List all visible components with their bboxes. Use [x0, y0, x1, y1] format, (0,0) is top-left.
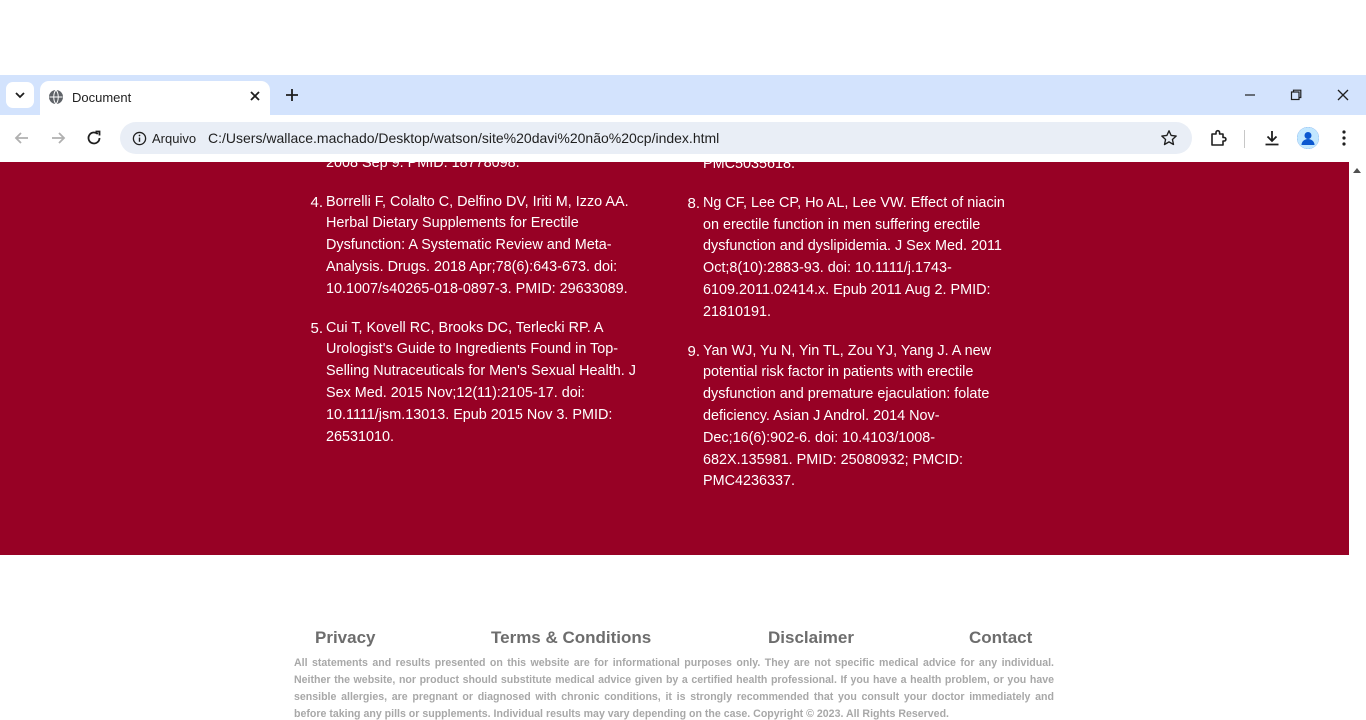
bookmark-star-icon[interactable]	[1160, 129, 1178, 147]
desktop-blank-area	[0, 0, 1366, 75]
reference-item: 5. Cui T, Kovell RC, Brooks DC, Terlecki…	[310, 318, 641, 449]
reference-text: Yan WJ, Yu N, Yin TL, Zou YJ, Yang J. A …	[703, 342, 991, 490]
vertical-scrollbar[interactable]	[1349, 162, 1366, 720]
reference-number: 4.	[310, 193, 323, 211]
forward-arrow-icon[interactable]	[48, 128, 68, 148]
reference-text: PMC5035618.	[703, 162, 796, 172]
reload-icon[interactable]	[84, 128, 104, 148]
minimize-icon	[1245, 94, 1255, 96]
restore-button[interactable]	[1286, 85, 1306, 105]
reference-text: Cui T, Kovell RC, Brooks DC, Terlecki RP…	[326, 319, 636, 445]
person-icon	[1297, 127, 1319, 149]
minimize-button[interactable]	[1240, 85, 1260, 105]
footer-links: Privacy Terms & Conditions Disclaimer Co…	[0, 628, 1366, 652]
footer-link-contact[interactable]: Contact	[969, 628, 1032, 648]
reference-number: 8.	[687, 194, 700, 212]
close-window-button[interactable]	[1333, 85, 1353, 105]
restore-icon	[1290, 89, 1302, 101]
kebab-menu-icon[interactable]	[1334, 128, 1354, 148]
tab-search-button[interactable]	[6, 82, 34, 108]
browser-tab-bar: Document	[0, 75, 1366, 115]
chevron-down-icon	[15, 92, 25, 99]
profile-avatar[interactable]	[1297, 127, 1319, 149]
reference-item: 4. Borrelli F, Colalto C, Delfino DV, Ir…	[310, 192, 641, 301]
scroll-up-arrow-icon[interactable]	[1353, 168, 1361, 173]
footer-link-terms[interactable]: Terms & Conditions	[491, 628, 651, 648]
footer-disclaimer: All statements and results presented on …	[294, 657, 1054, 720]
references-section: Sep;71(9):1513-7. doi: 10.1021/np800049y…	[0, 162, 1349, 555]
globe-icon	[49, 89, 63, 105]
info-icon	[132, 131, 147, 145]
reference-text: Borrelli F, Colalto C, Delfino DV, Iriti…	[326, 193, 629, 297]
back-arrow-icon[interactable]	[12, 128, 32, 148]
reference-item: Sep;71(9):1513-7. doi: 10.1021/np800049y…	[326, 162, 641, 175]
reference-number: 9.	[687, 342, 700, 360]
reference-text: Ng CF, Lee CP, Ho AL, Lee VW. Effect of …	[703, 194, 1005, 320]
references-right-column: PMC5035618. 8. Ng CF, Lee CP, Ho AL, Lee…	[687, 162, 1011, 510]
reference-number: 5.	[310, 319, 323, 337]
tab-title: Document	[72, 90, 132, 105]
browser-toolbar: Arquivo C:/Users/wallace.machado/Desktop…	[0, 115, 1366, 162]
address-bar[interactable]: Arquivo C:/Users/wallace.machado/Desktop…	[120, 122, 1192, 154]
footer-link-privacy[interactable]: Privacy	[315, 628, 376, 648]
page-viewport: Sep;71(9):1513-7. doi: 10.1021/np800049y…	[0, 162, 1366, 720]
extensions-puzzle-icon[interactable]	[1208, 128, 1228, 148]
footer-link-disclaimer[interactable]: Disclaimer	[768, 628, 854, 648]
reference-text: Sep;71(9):1513-7. doi: 10.1021/np800049y…	[326, 162, 520, 171]
close-icon	[1337, 89, 1349, 101]
reference-item: PMC5035618.	[703, 162, 1011, 176]
tab-document[interactable]: Document	[40, 81, 270, 115]
download-icon[interactable]	[1262, 128, 1282, 148]
toolbar-separator	[1244, 130, 1245, 148]
reference-item: 8. Ng CF, Lee CP, Ho AL, Lee VW. Effect …	[687, 193, 1011, 324]
close-icon[interactable]	[248, 89, 262, 103]
site-info-button[interactable]: Arquivo	[126, 127, 202, 149]
url-text[interactable]: C:/Users/wallace.machado/Desktop/watson/…	[208, 130, 719, 146]
site-info-label: Arquivo	[152, 130, 197, 146]
reference-item: 9. Yan WJ, Yu N, Yin TL, Zou YJ, Yang J.…	[687, 341, 1011, 494]
references-left-column: Sep;71(9):1513-7. doi: 10.1021/np800049y…	[310, 162, 641, 465]
new-tab-plus-icon[interactable]	[282, 85, 302, 105]
